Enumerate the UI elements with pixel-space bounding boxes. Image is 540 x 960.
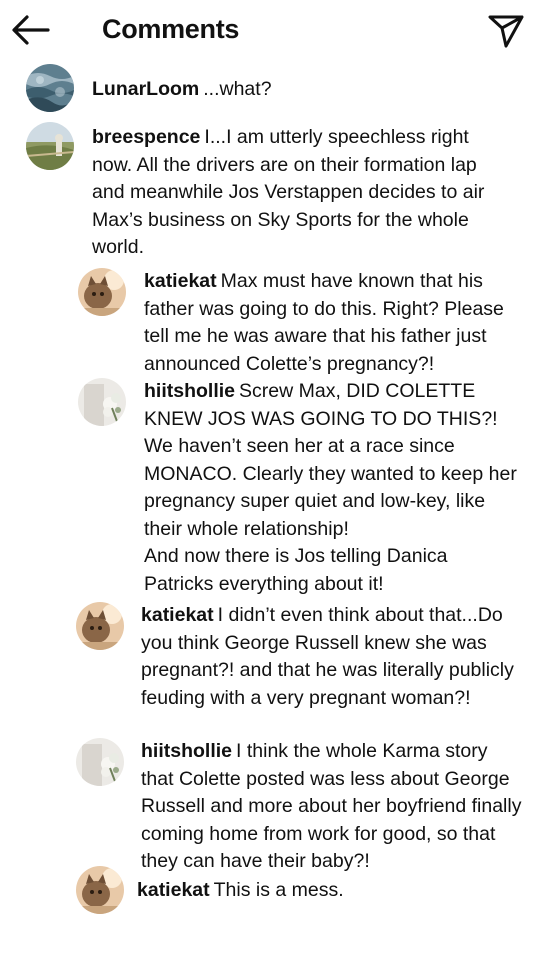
cat-avatar-image — [78, 268, 126, 316]
comment-username[interactable]: katiekat — [137, 879, 210, 901]
comment-username[interactable]: hiitshollie — [141, 740, 232, 762]
arrow-left-icon — [12, 15, 50, 45]
cat-avatar-image — [76, 866, 124, 914]
comment-body: katiekat This is a mess. — [137, 877, 522, 905]
comment-item: breespence I...I am utterly speechless ri… — [0, 122, 540, 262]
avatar[interactable] — [26, 122, 74, 170]
comment-text: ...what? — [203, 78, 272, 100]
back-button[interactable] — [10, 12, 52, 48]
field-avatar-image — [26, 122, 74, 170]
comment-reply: hiitshollie Screw Max, DID COLETTE KNEW J… — [0, 376, 540, 598]
comment-body: breespence I...I am utterly speechless ri… — [92, 124, 512, 262]
comment-body: hiitshollie I think the whole Karma story… — [141, 738, 522, 876]
comment-username[interactable]: breespence — [92, 126, 200, 148]
comment-username[interactable]: katiekat — [141, 604, 214, 626]
share-button[interactable] — [486, 10, 526, 50]
comment-text: Screw Max, DID COLETTE KNEW JOS WAS GOIN… — [144, 380, 517, 540]
comment-body: LunarLoom ...what? — [92, 76, 512, 104]
avatar[interactable] — [78, 268, 126, 316]
comment-username[interactable]: katiekat — [144, 270, 217, 292]
header-bar: Comments — [0, 0, 540, 60]
avatar[interactable] — [76, 866, 124, 914]
comment-username[interactable]: LunarLoom — [92, 78, 199, 100]
avatar[interactable] — [76, 602, 124, 650]
cat-avatar-image — [76, 602, 124, 650]
paper-plane-icon — [488, 15, 524, 48]
comment-reply: katiekat This is a mess. — [0, 866, 540, 918]
avatar[interactable] — [78, 378, 126, 426]
comment-text: This is a mess. — [213, 879, 344, 901]
bouquet-avatar-image — [78, 378, 126, 426]
page-title: Comments — [102, 14, 240, 44]
comment-item: LunarLoom ...what? — [0, 64, 540, 116]
comment-body: katiekat I didn’t even think about that..… — [141, 602, 522, 712]
comment-reply: hiitshollie I think the whole Karma story… — [0, 738, 540, 878]
avatar[interactable] — [76, 738, 124, 786]
bouquet-avatar-image — [76, 738, 124, 786]
comment-body: katiekat Max must have known that his fat… — [144, 268, 522, 378]
comment-text-continued: And now there is Jos telling Danica Patr… — [144, 545, 448, 595]
ocean-avatar-image — [26, 64, 74, 112]
avatar[interactable] — [26, 64, 74, 112]
comment-username[interactable]: hiitshollie — [144, 380, 235, 402]
comment-reply: katiekat Max must have known that his fat… — [0, 266, 540, 378]
comment-body: hiitshollie Screw Max, DID COLETTE KNEW J… — [144, 378, 522, 598]
comment-reply: katiekat I didn’t even think about that..… — [0, 600, 540, 740]
